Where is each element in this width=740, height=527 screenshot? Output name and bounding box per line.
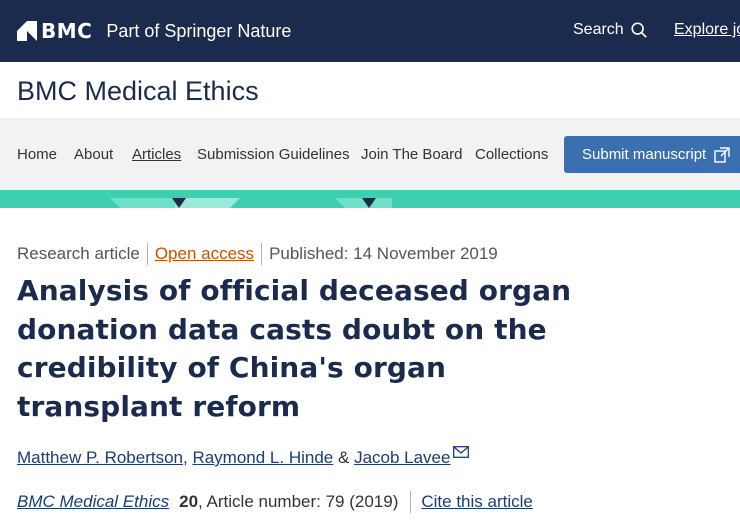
author-link[interactable]: Matthew P. Robertson: [17, 448, 183, 468]
divider: [146, 243, 148, 265]
explore-journals-link[interactable]: Explore jo: [674, 21, 740, 39]
nav-collections[interactable]: Collections: [475, 146, 548, 163]
author-separator: &: [333, 448, 355, 467]
divider: [410, 491, 412, 513]
citation-volume: 20: [179, 492, 199, 511]
nav-home[interactable]: Home: [17, 146, 57, 163]
search-button[interactable]: Search: [573, 21, 648, 39]
citation-article-number: , Article number: 79 (2019): [198, 492, 399, 511]
brand-name: BMC: [41, 19, 93, 43]
nav-join-the-board[interactable]: Join The Board: [361, 146, 462, 163]
decorative-pattern: [110, 198, 392, 208]
bmc-logo[interactable]: BMC Part of Springer Nature: [17, 19, 291, 43]
site-header: BMC Part of Springer Nature Search Explo…: [0, 0, 740, 62]
citation-journal-link[interactable]: BMC Medical Ethics: [17, 492, 169, 512]
article-meta: Research article Open access Published: …: [17, 243, 498, 265]
submit-manuscript-label: Submit manuscript: [582, 146, 707, 163]
author-separator: ,: [183, 448, 193, 467]
nav-articles[interactable]: Articles: [132, 146, 181, 163]
article-title: Analysis of official deceased organ dona…: [17, 274, 572, 423]
external-link-icon: [714, 146, 730, 163]
article-type: Research article: [17, 244, 140, 263]
bmc-logo-icon: [17, 21, 37, 41]
divider: [261, 243, 263, 265]
nav-about[interactable]: About: [74, 146, 113, 163]
author-list: Matthew P. Robertson , Raymond L. Hinde …: [17, 446, 470, 468]
decorative-band: [0, 190, 740, 208]
submit-manuscript-button[interactable]: Submit manuscript: [564, 136, 740, 173]
author-link[interactable]: Raymond L. Hinde: [192, 448, 333, 468]
author-link[interactable]: Jacob Lavee: [354, 448, 450, 468]
nav-submission-guidelines[interactable]: Submission Guidelines: [197, 146, 350, 163]
journal-title[interactable]: BMC Medical Ethics: [17, 76, 259, 107]
email-icon[interactable]: [453, 446, 470, 458]
published-date: Published: 14 November 2019: [269, 244, 498, 263]
search-icon: [631, 22, 647, 38]
brand-tagline: Part of Springer Nature: [106, 20, 292, 41]
search-label: Search: [573, 21, 624, 38]
open-access-link[interactable]: Open access: [155, 244, 254, 264]
cite-this-article-link[interactable]: Cite this article: [421, 492, 532, 512]
citation-line: BMC Medical Ethics 20 , Article number: …: [17, 491, 533, 513]
